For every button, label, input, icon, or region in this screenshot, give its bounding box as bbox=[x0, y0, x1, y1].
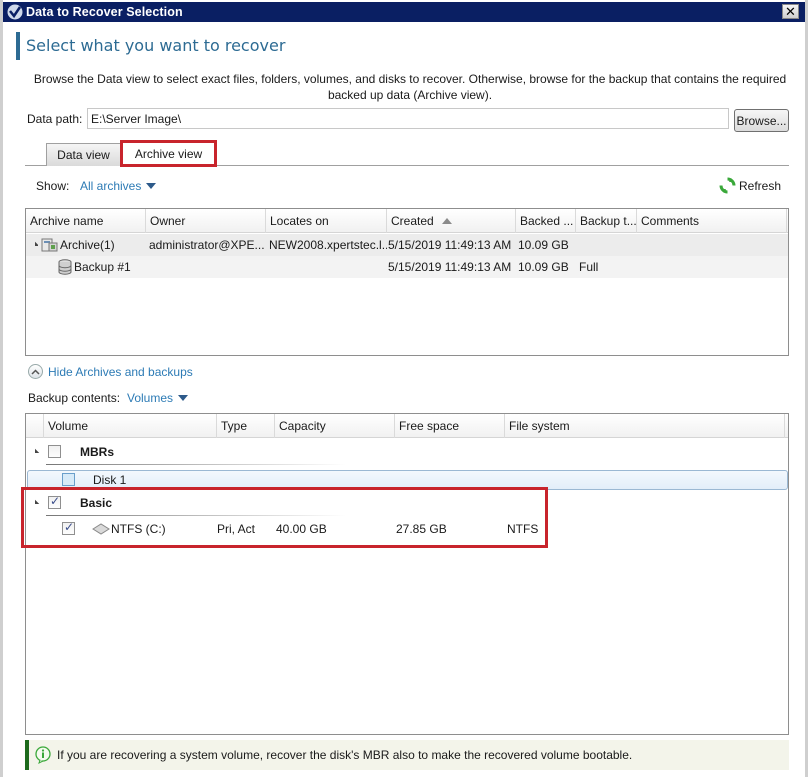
recovery-dialog: Data to Recover Selection ✕ Select what … bbox=[0, 0, 808, 777]
show-label: Show: bbox=[36, 179, 70, 193]
column-header-created-label: Created bbox=[391, 214, 434, 228]
column-header-comments[interactable]: Comments bbox=[637, 209, 787, 233]
backup-contents-label: Backup contents: bbox=[28, 391, 121, 405]
volumes-table-header: Volume Type Capacity Free space File sys… bbox=[26, 414, 788, 438]
refresh-label: Refresh bbox=[739, 178, 782, 193]
chevron-down-icon bbox=[178, 395, 189, 401]
database-icon bbox=[58, 259, 72, 275]
column-header-file-system[interactable]: File system bbox=[505, 414, 785, 438]
app-logo-icon bbox=[7, 4, 23, 20]
archive-icon bbox=[41, 238, 58, 252]
archive-created: 5/15/2019 11:49:13 AM bbox=[388, 238, 512, 252]
table-row-backup[interactable]: Backup #1 5/15/2019 11:49:13 AM 10.09 GB… bbox=[26, 256, 788, 278]
info-icon bbox=[35, 746, 51, 764]
refresh-button[interactable]: Refresh bbox=[719, 177, 781, 194]
column-header-type[interactable]: Type bbox=[217, 414, 275, 438]
archive-owner: administrator@XPE... bbox=[149, 238, 264, 252]
group-label-mbrs: MBRs bbox=[80, 445, 115, 459]
info-message-bar: If you are recovering a system volume, r… bbox=[25, 740, 789, 770]
collapse-up-icon bbox=[28, 364, 43, 379]
column-header-archive-name[interactable]: Archive name bbox=[26, 209, 146, 233]
backup-contents-dropdown[interactable]: Volumes bbox=[127, 391, 189, 405]
mbrs-checkbox[interactable] bbox=[48, 445, 61, 458]
column-header-created[interactable]: Created bbox=[387, 209, 516, 233]
table-row-archive[interactable]: Archive(1) administrator@XPE... NEW2008.… bbox=[26, 234, 788, 256]
page-title: Select what you want to recover bbox=[26, 36, 286, 55]
column-header-backup-type[interactable]: Backup t... bbox=[576, 209, 637, 233]
show-filter-dropdown[interactable]: All archives bbox=[80, 179, 157, 193]
annotation-highlight-box bbox=[21, 487, 548, 548]
expand-toggle-icon[interactable] bbox=[30, 440, 40, 464]
hide-archives-link[interactable]: Hide Archives and backups bbox=[28, 364, 193, 379]
backup-created: 5/15/2019 11:49:13 AM bbox=[388, 260, 512, 274]
window-title: Data to Recover Selection bbox=[26, 5, 183, 19]
data-path-input[interactable] bbox=[87, 108, 729, 129]
archives-table-header: Archive name Owner Locates on Created Ba… bbox=[26, 209, 788, 233]
expand-toggle-icon[interactable] bbox=[32, 234, 38, 256]
browse-button[interactable]: Browse... bbox=[734, 109, 789, 132]
volumes-table: Volume Type Capacity Free space File sys… bbox=[25, 413, 789, 735]
column-header-capacity[interactable]: Capacity bbox=[275, 414, 395, 438]
tab-data-view[interactable]: Data view bbox=[46, 143, 121, 166]
column-header-backed[interactable]: Backed ... bbox=[516, 209, 576, 233]
backup-type: Full bbox=[579, 260, 599, 274]
backup-contents-value: Volumes bbox=[127, 391, 174, 405]
column-header-volume[interactable]: Volume bbox=[44, 414, 217, 438]
chevron-down-icon bbox=[146, 183, 157, 189]
column-header-expander bbox=[26, 414, 44, 438]
description-text: Browse the Data view to select exact fil… bbox=[33, 72, 787, 102]
backup-size: 10.09 GB bbox=[518, 260, 569, 274]
show-filter-value: All archives bbox=[80, 179, 142, 193]
data-path-label: Data path: bbox=[27, 112, 83, 126]
hide-archives-label: Hide Archives and backups bbox=[48, 364, 193, 379]
title-bar: Data to Recover Selection ✕ bbox=[3, 2, 805, 22]
column-header-locates-on[interactable]: Locates on bbox=[266, 209, 387, 233]
column-header-owner[interactable]: Owner bbox=[146, 209, 266, 233]
archives-table: Archive name Owner Locates on Created Ba… bbox=[25, 208, 789, 356]
archive-size: 10.09 GB bbox=[518, 238, 569, 252]
close-button[interactable]: ✕ bbox=[782, 4, 799, 19]
disk-1-checkbox[interactable] bbox=[62, 473, 75, 486]
group-row-mbrs[interactable]: MBRs bbox=[26, 440, 788, 465]
sort-ascending-icon bbox=[441, 218, 452, 224]
backup-name: Backup #1 bbox=[74, 260, 131, 274]
header-accent-bar bbox=[16, 32, 20, 60]
archive-name: Archive(1) bbox=[60, 238, 115, 252]
tab-archive-view[interactable]: Archive view bbox=[120, 140, 217, 167]
group-divider bbox=[46, 464, 346, 465]
archive-location: NEW2008.xpertstec.l... bbox=[269, 238, 387, 252]
refresh-icon bbox=[719, 177, 736, 194]
column-header-free-space[interactable]: Free space bbox=[395, 414, 505, 438]
info-message-text: If you are recovering a system volume, r… bbox=[57, 748, 633, 762]
